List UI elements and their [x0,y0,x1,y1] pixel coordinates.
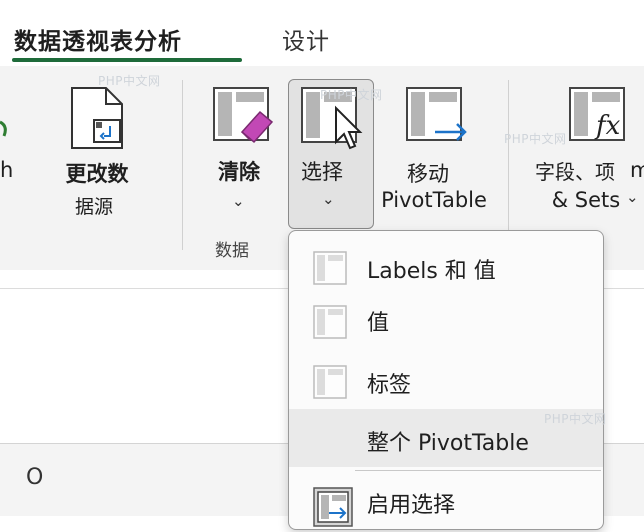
enable-selection-icon [313,487,353,531]
labels-and-values-icon [313,251,347,289]
change-source-icon [66,86,130,154]
column-header-o[interactable]: O [26,465,43,490]
fields-chevron-icon: ⌄ [626,188,639,206]
clear-icon [212,86,274,150]
move-label-2: PivotTable [381,188,487,212]
select-chevron-icon: ⌄ [322,190,335,208]
next-button-label-partial: m [630,158,644,182]
clear-label: 清除 [218,160,260,184]
labels-icon [313,365,347,403]
fields-items-sets-icon: fx [568,86,630,150]
menu-item-values[interactable]: 值 [289,293,603,349]
menu-item-entire-pivottable[interactable]: 整个 PivotTable [289,409,603,467]
fields-label-1: 字段、项 [535,160,615,184]
refresh-icon[interactable] [0,118,10,146]
clear-chevron-icon: ⌄ [232,192,245,210]
menu-item-label: 值 [367,311,390,336]
refresh-label-partial: h [0,158,14,182]
menu-item-labels-and-values[interactable]: Labels 和 值 [289,239,603,295]
tab-pivottable-analyze[interactable]: 数据透视表分析 [14,22,182,56]
tab-design[interactable]: 设计 [282,22,330,56]
group-label-data: 数据 [215,241,249,261]
menu-item-label: 标签 [367,373,412,398]
select-label: 选择 [301,160,343,184]
fields-label-2: & Sets [551,188,621,212]
group-separator [182,80,183,250]
svg-text:fx: fx [594,111,621,141]
menu-item-label: 整个 PivotTable [367,431,529,456]
select-icon [300,86,366,156]
select-dropdown-menu: Labels 和 值 值 标签 整个 PivotTable 启用选择 [288,230,604,530]
change-source-label-2: 据源 [74,196,113,218]
active-tab-indicator [12,58,242,62]
menu-item-enable-selection[interactable]: 启用选择 [289,475,603,531]
ribbon-tab-bar: 数据透视表分析 设计 [0,0,644,66]
values-icon [313,305,347,343]
menu-item-label: 启用选择 [367,493,456,518]
menu-divider [355,470,601,471]
change-source-label-1: 更改数 [65,162,129,186]
group-separator-2 [508,80,509,250]
menu-item-labels[interactable]: 标签 [289,353,603,409]
move-icon [405,86,469,152]
move-label-1: 移动 [407,162,449,186]
menu-item-label: Labels 和 值 [367,259,496,284]
